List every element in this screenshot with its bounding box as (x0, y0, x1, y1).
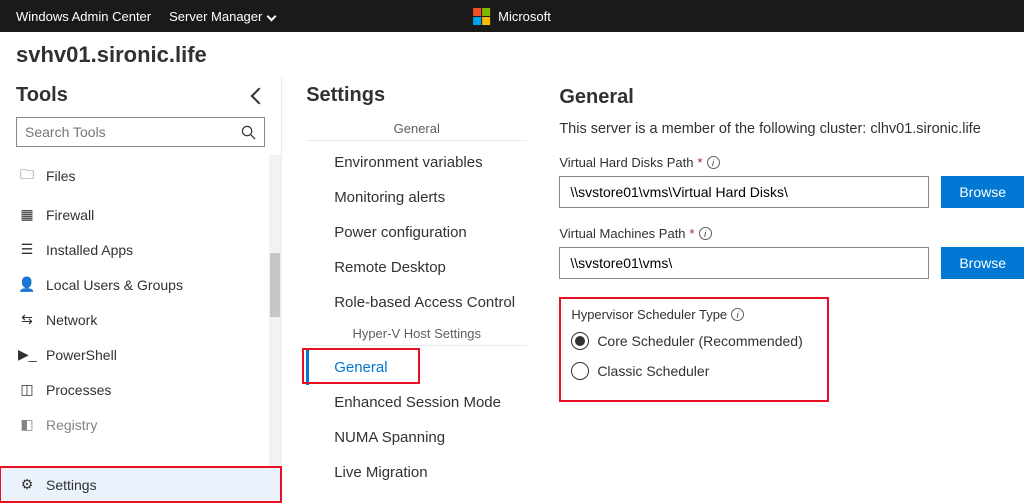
server-name-row: svhv01.sironic.life (0, 32, 1024, 76)
info-icon[interactable]: i (731, 308, 744, 321)
detail-heading: General (559, 86, 1024, 109)
settings-remote-desktop[interactable]: Remote Desktop (306, 250, 527, 285)
server-name: svhv01.sironic.life (16, 42, 207, 68)
settings-panel: Settings General Environment variables M… (282, 76, 541, 502)
settings-env-vars[interactable]: Environment variables (306, 145, 527, 180)
settings-power[interactable]: Power configuration (306, 215, 527, 250)
vhd-path-label: Virtual Hard Disks Path* i (559, 155, 1024, 170)
vm-path-input[interactable] (559, 247, 929, 279)
scheduler-label: Hypervisor Scheduler Type (571, 307, 727, 322)
radio-selected-icon (571, 332, 589, 350)
files-icon: 🗀 (18, 164, 36, 188)
users-icon: 👤 (18, 276, 36, 293)
tool-local-users[interactable]: 👤Local Users & Groups (0, 267, 281, 302)
microsoft-brand: Microsoft (473, 8, 551, 25)
tool-powershell[interactable]: ▶_PowerShell (0, 337, 281, 372)
tool-files[interactable]: 🗀Files (0, 155, 281, 197)
tool-processes[interactable]: ◫Processes (0, 372, 281, 407)
app-topbar: Windows Admin Center Server Manager Micr… (0, 0, 1024, 32)
settings-live-migration[interactable]: Live Migration (306, 455, 527, 490)
tools-scrollbar[interactable] (269, 155, 281, 466)
search-tools-input[interactable] (25, 124, 241, 140)
radio-unselected-icon (571, 362, 589, 380)
tools-panel: Tools 🗀Files ▦Firewall ☰Installed Apps 👤… (0, 76, 282, 502)
apps-icon: ☰ (18, 241, 36, 258)
info-icon[interactable]: i (699, 227, 712, 240)
search-tools-input-wrap[interactable] (16, 117, 265, 147)
vhd-path-input[interactable] (559, 176, 929, 208)
settings-hyperv-general[interactable]: General (306, 350, 527, 385)
settings-group-general: General (306, 121, 527, 141)
detail-panel: General This server is a member of the f… (541, 76, 1024, 502)
nav-server-manager[interactable]: Server Manager (169, 9, 275, 24)
processes-icon: ◫ (18, 381, 36, 398)
settings-monitoring[interactable]: Monitoring alerts (306, 180, 527, 215)
scheduler-core-radio[interactable]: Core Scheduler (Recommended) (571, 326, 802, 356)
tool-network[interactable]: ⇆Network (0, 302, 281, 337)
info-icon[interactable]: i (707, 156, 720, 169)
cluster-desc: This server is a member of the following… (559, 121, 1024, 137)
network-icon: ⇆ (18, 311, 36, 328)
settings-rbac[interactable]: Role-based Access Control (306, 285, 527, 320)
settings-group-hyperv: Hyper-V Host Settings (306, 326, 527, 346)
tools-list: 🗀Files ▦Firewall ☰Installed Apps 👤Local … (0, 155, 281, 466)
browse-vhd-button[interactable]: Browse (941, 176, 1024, 208)
settings-heading: Settings (306, 84, 527, 107)
vm-path-label: Virtual Machines Path* i (559, 226, 1024, 241)
tools-scrollbar-thumb[interactable] (270, 253, 280, 317)
collapse-tools-icon[interactable] (251, 87, 268, 104)
powershell-icon: ▶_ (18, 346, 36, 363)
gear-icon: ⚙ (18, 476, 36, 493)
settings-numa[interactable]: NUMA Spanning (306, 420, 527, 455)
scheduler-highlight: Hypervisor Scheduler Type i Core Schedul… (559, 297, 828, 402)
tool-installed-apps[interactable]: ☰Installed Apps (0, 232, 281, 267)
settings-enhanced-session[interactable]: Enhanced Session Mode (306, 385, 527, 420)
tool-registry[interactable]: ◧Registry (0, 407, 281, 442)
nav-admin-center[interactable]: Windows Admin Center (16, 9, 151, 24)
chevron-down-icon (267, 11, 277, 21)
firewall-icon: ▦ (18, 206, 36, 223)
search-icon (241, 125, 256, 140)
browse-vm-button[interactable]: Browse (941, 247, 1024, 279)
registry-icon: ◧ (18, 416, 36, 433)
tool-firewall[interactable]: ▦Firewall (0, 197, 281, 232)
scheduler-classic-radio[interactable]: Classic Scheduler (571, 356, 802, 386)
tool-settings[interactable]: ⚙Settings (0, 466, 281, 502)
microsoft-logo-icon (473, 8, 490, 25)
tools-heading: Tools (16, 84, 68, 107)
